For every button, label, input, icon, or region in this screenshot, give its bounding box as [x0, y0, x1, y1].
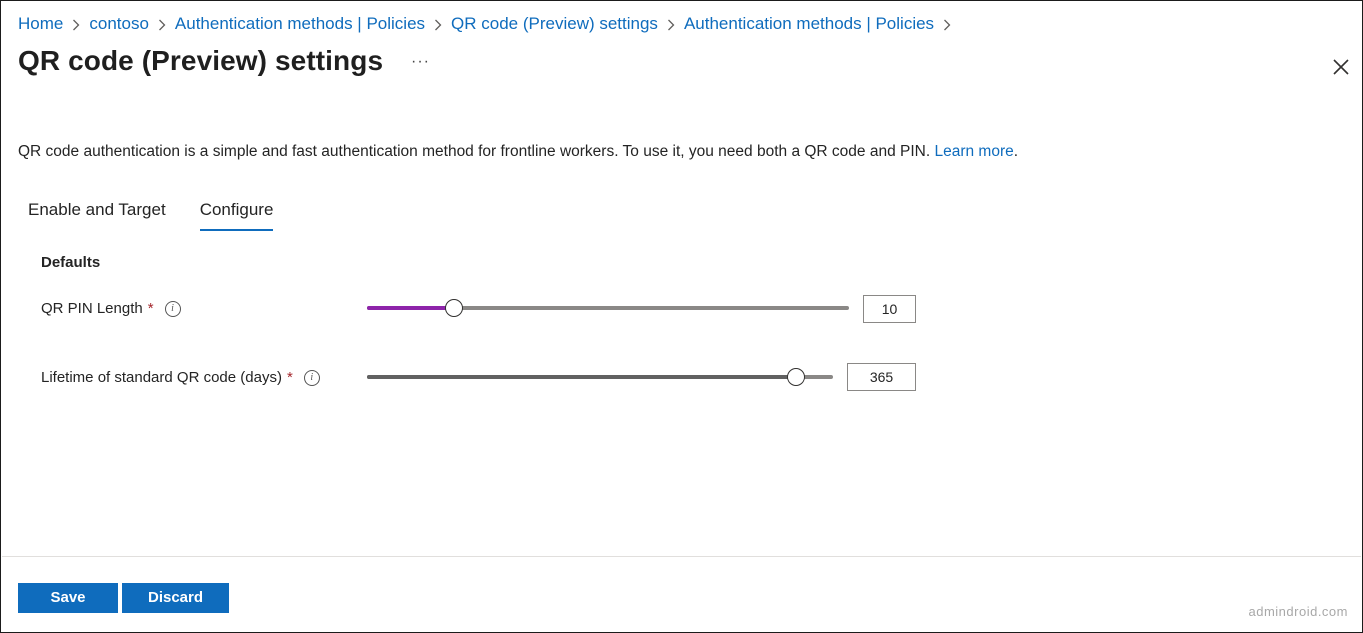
slider-thumb[interactable]: [786, 368, 805, 386]
slider-thumb[interactable]: [444, 299, 463, 317]
breadcrumb-auth-methods-policies[interactable]: Authentication methods | Policies: [175, 14, 425, 34]
slider-fill: [367, 375, 796, 379]
pin-length-input[interactable]: 10: [863, 295, 916, 323]
section-heading-defaults: Defaults: [41, 254, 101, 271]
tab-list: Enable and Target Configure: [28, 200, 274, 231]
more-options-icon[interactable]: ···: [411, 53, 430, 71]
pin-length-slider[interactable]: [367, 298, 849, 318]
lifetime-label: Lifetime of standard QR code (days): [41, 369, 282, 386]
chevron-right-icon: [63, 16, 89, 33]
description: QR code authentication is a simple and f…: [18, 143, 1018, 161]
chevron-right-icon: [149, 16, 175, 33]
breadcrumb-qr-settings[interactable]: QR code (Preview) settings: [451, 14, 658, 34]
breadcrumb-auth-methods-policies-2[interactable]: Authentication methods | Policies: [684, 14, 934, 34]
info-icon[interactable]: i: [303, 369, 320, 386]
tab-enable-and-target[interactable]: Enable and Target: [28, 200, 166, 231]
description-tail: .: [1013, 143, 1019, 160]
description-text: QR code authentication is a simple and f…: [18, 143, 931, 160]
watermark: admindroid.com: [1248, 604, 1348, 619]
discard-button[interactable]: Discard: [122, 583, 229, 613]
page-title: QR code (Preview) settings: [18, 45, 384, 76]
breadcrumb-contoso[interactable]: contoso: [89, 14, 149, 34]
required-marker: *: [286, 369, 293, 386]
close-icon[interactable]: [1331, 57, 1351, 77]
lifetime-input[interactable]: 365: [847, 363, 916, 391]
footer-divider: [2, 556, 1361, 557]
pin-length-label: QR PIN Length: [41, 300, 143, 317]
chevron-right-icon: [425, 16, 451, 33]
info-icon[interactable]: i: [164, 300, 181, 317]
tab-configure[interactable]: Configure: [199, 200, 274, 231]
lifetime-slider[interactable]: [367, 367, 833, 387]
chevron-right-icon: [658, 16, 684, 33]
chevron-right-icon: [934, 16, 960, 33]
breadcrumb: Home contoso Authentication methods | Po…: [18, 12, 960, 36]
required-marker: *: [147, 300, 154, 317]
breadcrumb-home[interactable]: Home: [18, 14, 63, 34]
settings-panel: Home contoso Authentication methods | Po…: [0, 0, 1363, 633]
slider-fill: [367, 306, 454, 310]
field-label-pin-length: QR PIN Length * i: [41, 300, 181, 317]
save-button[interactable]: Save: [18, 583, 118, 613]
field-label-lifetime: Lifetime of standard QR code (days) * i: [41, 369, 320, 386]
learn-more-link[interactable]: Learn more: [934, 143, 1013, 160]
